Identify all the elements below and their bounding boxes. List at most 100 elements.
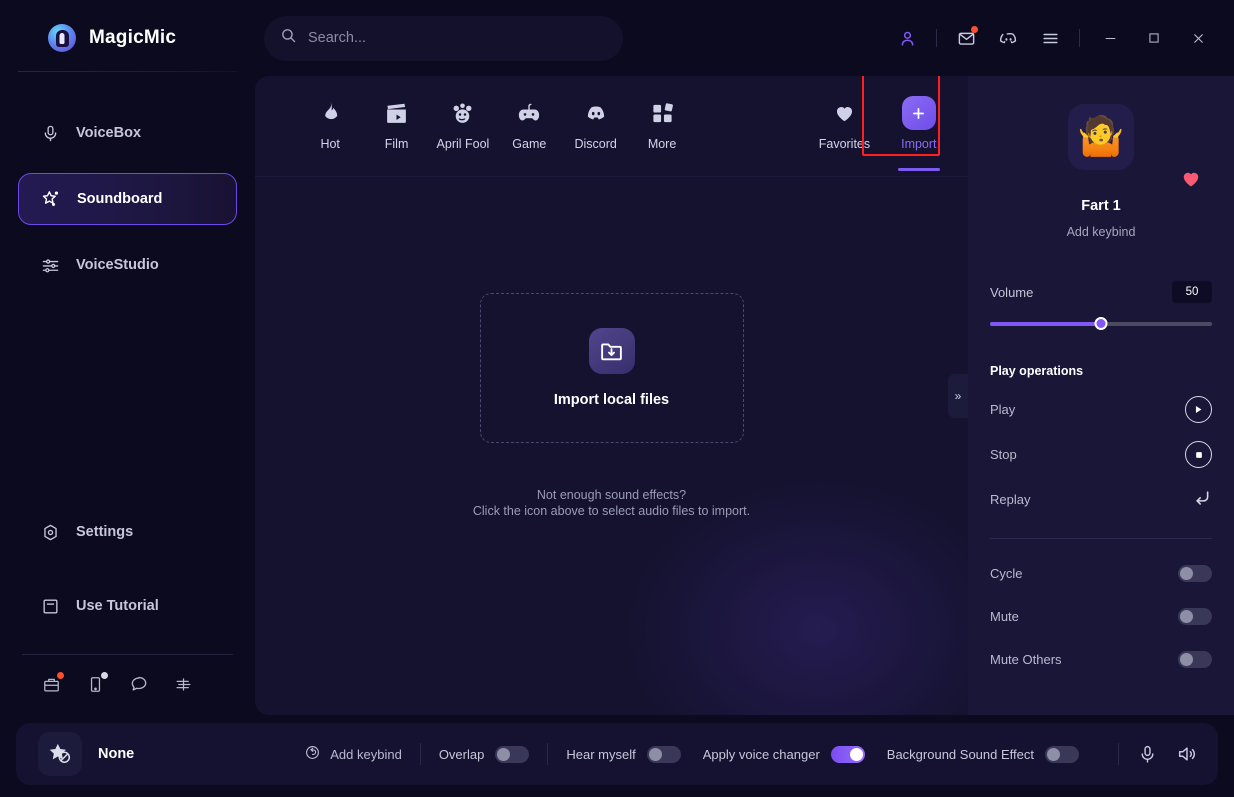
category-label: April Fool — [436, 137, 490, 151]
mute-toggle[interactable] — [1178, 608, 1212, 625]
category-label: Hot — [320, 137, 340, 151]
category-tab-discord[interactable]: Discord — [563, 92, 629, 151]
category-tab-game[interactable]: Game — [496, 92, 562, 151]
sound-name: Fart 1 — [1081, 198, 1121, 214]
discord-icon[interactable] — [992, 22, 1024, 54]
toggle-label: Cycle — [990, 566, 1023, 581]
sidebar-item-voicebox[interactable]: VoiceBox — [18, 107, 237, 159]
operation-label: Stop — [990, 447, 1017, 462]
volume-slider[interactable] — [990, 317, 1212, 331]
import-hint-line2: Click the icon above to select audio fil… — [472, 504, 751, 518]
gamepad-icon — [516, 98, 542, 128]
play-icon[interactable] — [1185, 396, 1212, 423]
store-icon[interactable] — [40, 672, 64, 695]
category-tab-favorites[interactable]: Favorites — [811, 92, 877, 151]
minimize-button[interactable] — [1095, 23, 1125, 53]
hear-myself-toggle[interactable] — [646, 745, 681, 763]
favorite-heart-icon[interactable] — [1180, 168, 1202, 195]
star-none-icon — [38, 732, 82, 776]
sparkle-star-icon — [41, 189, 61, 209]
sidebar-bottom: Settings Use Tutorial — [0, 506, 255, 715]
store-badge — [57, 672, 64, 679]
mail-icon[interactable] — [950, 22, 982, 54]
apply-voice-changer-toggle[interactable] — [830, 745, 865, 763]
chat-icon[interactable] — [128, 673, 150, 695]
sidebar-divider — [18, 71, 237, 72]
sidebar-item-label: VoiceBox — [76, 125, 142, 141]
category-label: Game — [512, 137, 547, 151]
close-button[interactable] — [1183, 23, 1213, 53]
hear-myself-row: Hear myself — [566, 745, 681, 763]
gear-icon — [40, 522, 60, 542]
category-tab-film[interactable]: Film — [363, 92, 429, 151]
stop-icon[interactable] — [1185, 441, 1212, 468]
divider — [1118, 743, 1119, 765]
operation-row-play: Play — [990, 396, 1212, 423]
sidebar-item-label: VoiceStudio — [76, 257, 159, 273]
mobile-icon[interactable] — [84, 672, 108, 695]
toggle-row-mute: Mute — [990, 608, 1212, 625]
sidebar-item-settings[interactable]: Settings — [18, 506, 237, 558]
app-title: MagicMic — [89, 27, 177, 48]
sidebar-item-label: Soundboard — [77, 191, 163, 207]
background-sound-label: Background Sound Effect — [886, 746, 1034, 762]
sound-details-panel: 🤷 Fart 1 Add keybind Volume 50 Play oper… — [968, 76, 1234, 715]
background-sound-toggle[interactable] — [1044, 745, 1079, 763]
feedback-icon[interactable] — [172, 673, 194, 695]
account-icon[interactable] — [891, 22, 923, 54]
category-label: Import — [901, 137, 937, 151]
apply-voice-changer-label: Apply voice changer — [702, 746, 820, 762]
grid-icon — [651, 98, 674, 128]
soundboard-panel: Hot Film April Fool Game Discord More Fa… — [255, 76, 968, 715]
search-icon — [280, 27, 297, 49]
category-tab-hot[interactable]: Hot — [297, 92, 363, 151]
import-area: Import local files Not enough sound effe… — [255, 177, 968, 715]
import-hint: Not enough sound effects? Click the icon… — [473, 487, 750, 519]
category-tab-more[interactable]: More — [629, 92, 695, 151]
replay-icon[interactable] — [1191, 486, 1212, 512]
speaker-icon[interactable] — [1176, 743, 1198, 765]
bottom-add-keybind[interactable]: Add keybind — [304, 744, 402, 764]
sidebar-item-soundboard[interactable]: Soundboard — [18, 173, 237, 225]
divider — [936, 29, 937, 47]
sidebar-divider-2 — [22, 654, 233, 655]
background-sound-row: Background Sound Effect — [886, 745, 1079, 763]
bottom-bar-right — [1118, 743, 1198, 765]
sidebar-mini-icons — [0, 672, 255, 695]
keybind-icon — [304, 744, 321, 764]
category-tabs: Hot Film April Fool Game Discord More Fa… — [255, 76, 968, 176]
sidebar-item-use-tutorial[interactable]: Use Tutorial — [18, 580, 237, 632]
bottom-bar: None Add keybind Overlap Hear myself App… — [0, 715, 1234, 797]
import-hint-line1: Not enough sound effects? — [536, 488, 687, 502]
search-input[interactable]: Search... — [264, 15, 623, 61]
slider-knob[interactable] — [1094, 317, 1108, 330]
microphone-icon[interactable] — [1137, 744, 1158, 765]
divider — [1079, 29, 1080, 47]
mute-others-toggle[interactable] — [1178, 651, 1212, 668]
collapse-panel-button[interactable]: » — [948, 373, 968, 418]
discord-icon — [583, 98, 609, 128]
cycle-toggle[interactable] — [1178, 565, 1212, 582]
overlap-toggle[interactable] — [495, 745, 530, 763]
toggle-row-cycle: Cycle — [990, 565, 1212, 582]
toggle-label: Mute — [990, 609, 1019, 624]
book-icon — [40, 596, 60, 616]
sidebar-nav: VoiceBox Soundboard VoiceStudio — [0, 77, 255, 305]
add-keybind-link[interactable]: Add keybind — [990, 225, 1212, 239]
category-tab-april-fool[interactable]: April Fool — [430, 92, 496, 151]
panel-divider — [990, 538, 1212, 539]
plus-icon — [901, 96, 936, 130]
menu-icon[interactable] — [1034, 22, 1066, 54]
app-logo-icon — [48, 24, 76, 52]
category-label: Film — [384, 137, 409, 151]
import-dropzone[interactable]: Import local files — [479, 293, 744, 443]
play-operations-title: Play operations — [990, 364, 1084, 378]
sound-avatar: 🤷 — [1068, 104, 1134, 170]
volume-value[interactable]: 50 — [1172, 281, 1212, 303]
toggle-label: Mute Others — [990, 652, 1062, 667]
brand: MagicMic — [0, 0, 255, 76]
sidebar-item-voicestudio[interactable]: VoiceStudio — [18, 239, 237, 291]
overlap-row: Overlap — [439, 745, 530, 763]
category-tab-import[interactable]: Import — [861, 76, 952, 171]
maximize-button[interactable] — [1139, 23, 1169, 53]
